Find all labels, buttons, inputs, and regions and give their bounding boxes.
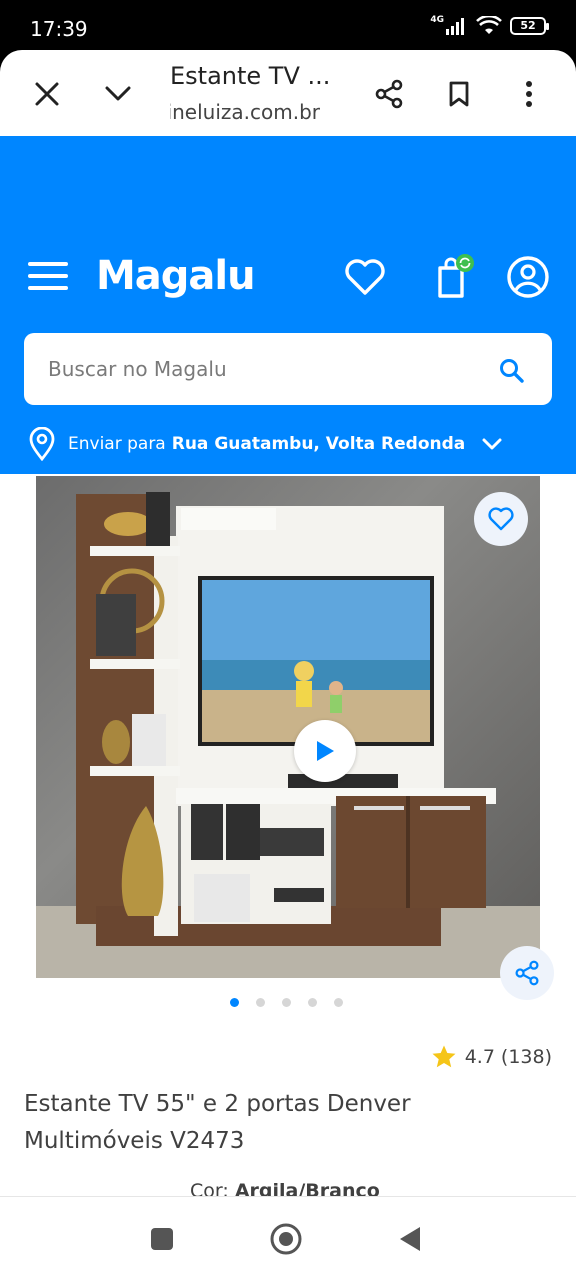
cart-button[interactable] bbox=[428, 252, 478, 302]
share-product-button[interactable] bbox=[500, 946, 554, 1000]
site-header: Magalu En bbox=[0, 136, 576, 474]
heart-icon bbox=[488, 507, 514, 531]
more-vert-icon bbox=[526, 81, 532, 107]
network-type: 4G bbox=[430, 15, 444, 25]
product-content: 4.7 (138) Estante TV 55" e 2 portas Denv… bbox=[0, 474, 576, 1202]
heart-icon bbox=[345, 259, 385, 295]
status-bar: 17:39 4G 52 bbox=[0, 0, 576, 52]
system-nav-bar bbox=[0, 1196, 576, 1280]
signal-icon bbox=[446, 18, 464, 35]
page-url[interactable]: magazineluiza.com.br bbox=[170, 100, 320, 124]
carousel-dots bbox=[0, 998, 576, 1007]
menu-line bbox=[28, 262, 68, 266]
play-icon bbox=[317, 741, 334, 761]
product-image[interactable] bbox=[36, 476, 540, 978]
chevron-down-icon bbox=[105, 86, 131, 101]
product-rating[interactable]: 4.7 (138) bbox=[431, 1044, 552, 1070]
user-icon bbox=[507, 256, 549, 298]
magalu-logo[interactable]: Magalu bbox=[96, 253, 256, 299]
ship-prefix: Enviar para bbox=[68, 434, 166, 454]
browser-bar: Estante TV ... magazineluiza.com.br bbox=[0, 50, 576, 136]
close-tab-button[interactable] bbox=[25, 72, 69, 116]
home-circle-icon bbox=[270, 1223, 302, 1255]
chevron-down-icon bbox=[482, 438, 502, 450]
play-video-button[interactable] bbox=[294, 720, 356, 782]
carousel-dot[interactable] bbox=[255, 998, 265, 1007]
wifi-icon bbox=[476, 16, 502, 34]
search-icon bbox=[500, 359, 524, 383]
carousel-dot[interactable] bbox=[307, 998, 317, 1007]
account-button[interactable] bbox=[503, 252, 553, 302]
battery-icon: 52 bbox=[510, 17, 549, 35]
product-photo bbox=[36, 492, 540, 978]
status-time: 17:39 bbox=[30, 17, 88, 41]
ship-address: Rua Guatambu, Volta Redonda bbox=[171, 434, 466, 454]
share-icon bbox=[515, 960, 539, 986]
bookmark-icon bbox=[449, 81, 469, 107]
search-button[interactable] bbox=[498, 357, 526, 385]
wishlist-button[interactable] bbox=[340, 252, 390, 302]
star-icon bbox=[432, 1045, 456, 1068]
back-button[interactable] bbox=[390, 1219, 430, 1259]
share-icon bbox=[375, 79, 403, 109]
menu-line bbox=[28, 286, 68, 290]
rating-value: 4.7 bbox=[464, 1046, 495, 1068]
carousel-dot[interactable] bbox=[281, 998, 291, 1007]
recents-button[interactable] bbox=[142, 1219, 182, 1259]
home-button[interactable] bbox=[266, 1219, 306, 1259]
bookmark-button[interactable] bbox=[437, 72, 481, 116]
close-icon bbox=[35, 82, 59, 106]
page-title: Estante TV ... bbox=[170, 62, 331, 90]
more-options-button[interactable] bbox=[507, 72, 551, 116]
hamburger-menu-button[interactable] bbox=[28, 262, 72, 294]
carousel-dot[interactable] bbox=[229, 998, 239, 1007]
location-pin-icon bbox=[29, 427, 55, 461]
review-count: (138) bbox=[500, 1046, 552, 1068]
square-icon bbox=[151, 1228, 173, 1250]
product-title: Estante TV 55" e 2 portas Denver Multimó… bbox=[24, 1091, 411, 1154]
search-bar bbox=[24, 333, 552, 405]
share-page-button[interactable] bbox=[367, 72, 411, 116]
search-input[interactable] bbox=[48, 351, 478, 387]
back-triangle-icon bbox=[400, 1227, 420, 1251]
menu-line bbox=[28, 274, 68, 278]
status-icons: 4G 52 bbox=[430, 15, 549, 36]
favorite-product-button[interactable] bbox=[474, 492, 528, 546]
shopping-bag-icon bbox=[438, 254, 474, 298]
carousel-dot[interactable] bbox=[333, 998, 343, 1007]
minimize-button[interactable] bbox=[96, 72, 140, 116]
shipping-location[interactable]: Enviar para Rua Guatambu, Volta Redonda bbox=[28, 426, 503, 462]
